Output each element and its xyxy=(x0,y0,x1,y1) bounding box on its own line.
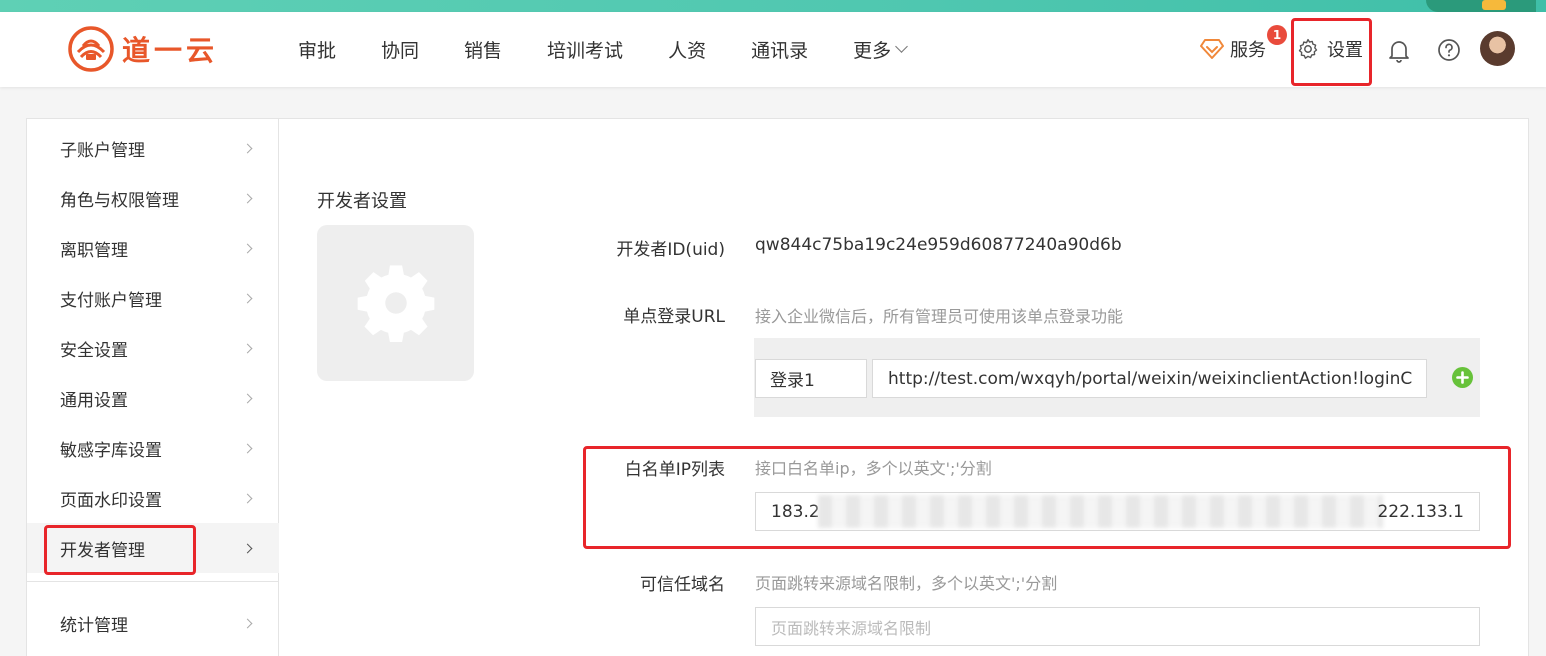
nav-item-approval[interactable]: 审批 xyxy=(298,36,336,63)
sidebar-item-sensitive-words[interactable]: 敏感字库设置 xyxy=(27,423,279,473)
sidebar-divider xyxy=(27,581,279,582)
chevron-right-icon xyxy=(242,143,253,154)
brand-name: 道一云 xyxy=(122,34,219,67)
nav-more-menu[interactable]: 更多 xyxy=(853,36,908,63)
sso-url-hint: 接入企业微信后，所有管理员可使用该单点登录功能 xyxy=(755,307,1124,326)
help-icon[interactable] xyxy=(1437,38,1461,66)
sso-name-input[interactable]: 登录1 xyxy=(755,359,867,398)
nav-item-training[interactable]: 培训考试 xyxy=(547,36,623,63)
sidebar-item-label: 页面水印设置 xyxy=(60,490,162,511)
sidebar-item-roles-permissions[interactable]: 角色与权限管理 xyxy=(27,173,279,223)
nav-item-collaboration[interactable]: 协同 xyxy=(381,36,419,63)
chevron-right-icon xyxy=(242,393,253,404)
add-sso-url-button[interactable] xyxy=(1452,367,1473,388)
sidebar-item-statistics[interactable]: 统计管理 xyxy=(27,598,279,648)
page-title: 开发者设置 xyxy=(317,191,407,212)
sidebar-item-label: 安全设置 xyxy=(60,340,128,361)
trusted-domain-hint: 页面跳转来源域名限制，多个以英文';'分割 xyxy=(755,574,1058,593)
service-button[interactable]: 服务 xyxy=(1200,36,1266,62)
settings-sidebar: 子账户管理 角色与权限管理 离职管理 支付账户管理 安全设置 通用设置 敏感字库… xyxy=(27,119,279,656)
main-nav: 审批 协同 销售 培训考试 人资 通讯录 更多 xyxy=(298,12,908,87)
sidebar-item-resignation[interactable]: 离职管理 xyxy=(27,223,279,273)
chevron-right-icon xyxy=(242,443,253,454)
settings-panel: 子账户管理 角色与权限管理 离职管理 支付账户管理 安全设置 通用设置 敏感字库… xyxy=(26,118,1529,656)
highlight-box-developer xyxy=(44,525,196,575)
developer-id-value: qw844c75ba19c24e959d60877240a90d6b xyxy=(755,235,1122,255)
sidebar-item-security[interactable]: 安全设置 xyxy=(27,323,279,373)
diamond-icon xyxy=(1200,39,1224,59)
sidebar-item-watermark[interactable]: 页面水印设置 xyxy=(27,473,279,523)
nav-item-contacts[interactable]: 通讯录 xyxy=(751,36,808,63)
sidebar-item-label: 统计管理 xyxy=(60,615,128,636)
chevron-right-icon xyxy=(242,543,253,554)
chevron-down-icon xyxy=(895,40,908,53)
nav-item-sales[interactable]: 销售 xyxy=(464,36,502,63)
sidebar-item-label: 角色与权限管理 xyxy=(60,190,179,211)
highlight-box-settings xyxy=(1291,18,1372,86)
sso-url-input[interactable]: http://test.com/wxqyh/portal/weixin/weix… xyxy=(872,359,1427,398)
trusted-domain-input[interactable]: 页面跳转来源域名限制 xyxy=(755,607,1480,646)
top-header: 道一云 审批 协同 销售 培训考试 人资 通讯录 更多 服务 1 设置 xyxy=(0,12,1546,87)
brand-logo[interactable]: 道一云 xyxy=(68,26,218,72)
chevron-right-icon xyxy=(242,618,253,629)
sidebar-item-label: 通用设置 xyxy=(60,390,128,411)
logo-icon xyxy=(68,26,114,72)
sidebar-item-sub-accounts[interactable]: 子账户管理 xyxy=(27,123,279,173)
highlight-box-ip-whitelist xyxy=(583,446,1511,549)
nav-more-label: 更多 xyxy=(853,40,892,62)
banner-decoration xyxy=(1426,0,1536,12)
sidebar-item-label: 子账户管理 xyxy=(60,140,145,161)
service-label: 服务 xyxy=(1230,40,1266,61)
sidebar-item-label: 离职管理 xyxy=(60,240,128,261)
developer-id-label: 开发者ID(uid) xyxy=(616,240,725,260)
bell-icon[interactable] xyxy=(1388,39,1410,67)
notification-badge: 1 xyxy=(1267,25,1287,45)
top-banner-strip xyxy=(0,0,1546,12)
chevron-right-icon xyxy=(242,293,253,304)
banner-decoration-accent xyxy=(1482,0,1506,10)
nav-item-hr[interactable]: 人资 xyxy=(668,36,706,63)
plus-icon xyxy=(1456,371,1469,384)
chevron-right-icon xyxy=(242,493,253,504)
sidebar-item-label: 支付账户管理 xyxy=(60,290,162,311)
trusted-domain-label: 可信任域名 xyxy=(640,575,725,595)
sidebar-item-general[interactable]: 通用设置 xyxy=(27,373,279,423)
sso-url-label: 单点登录URL xyxy=(623,307,725,327)
sidebar-item-payment-accounts[interactable]: 支付账户管理 xyxy=(27,273,279,323)
chevron-right-icon xyxy=(242,343,253,354)
chevron-right-icon xyxy=(242,243,253,254)
chevron-right-icon xyxy=(242,193,253,204)
user-avatar[interactable] xyxy=(1480,31,1515,66)
sidebar-item-label: 敏感字库设置 xyxy=(60,440,162,461)
